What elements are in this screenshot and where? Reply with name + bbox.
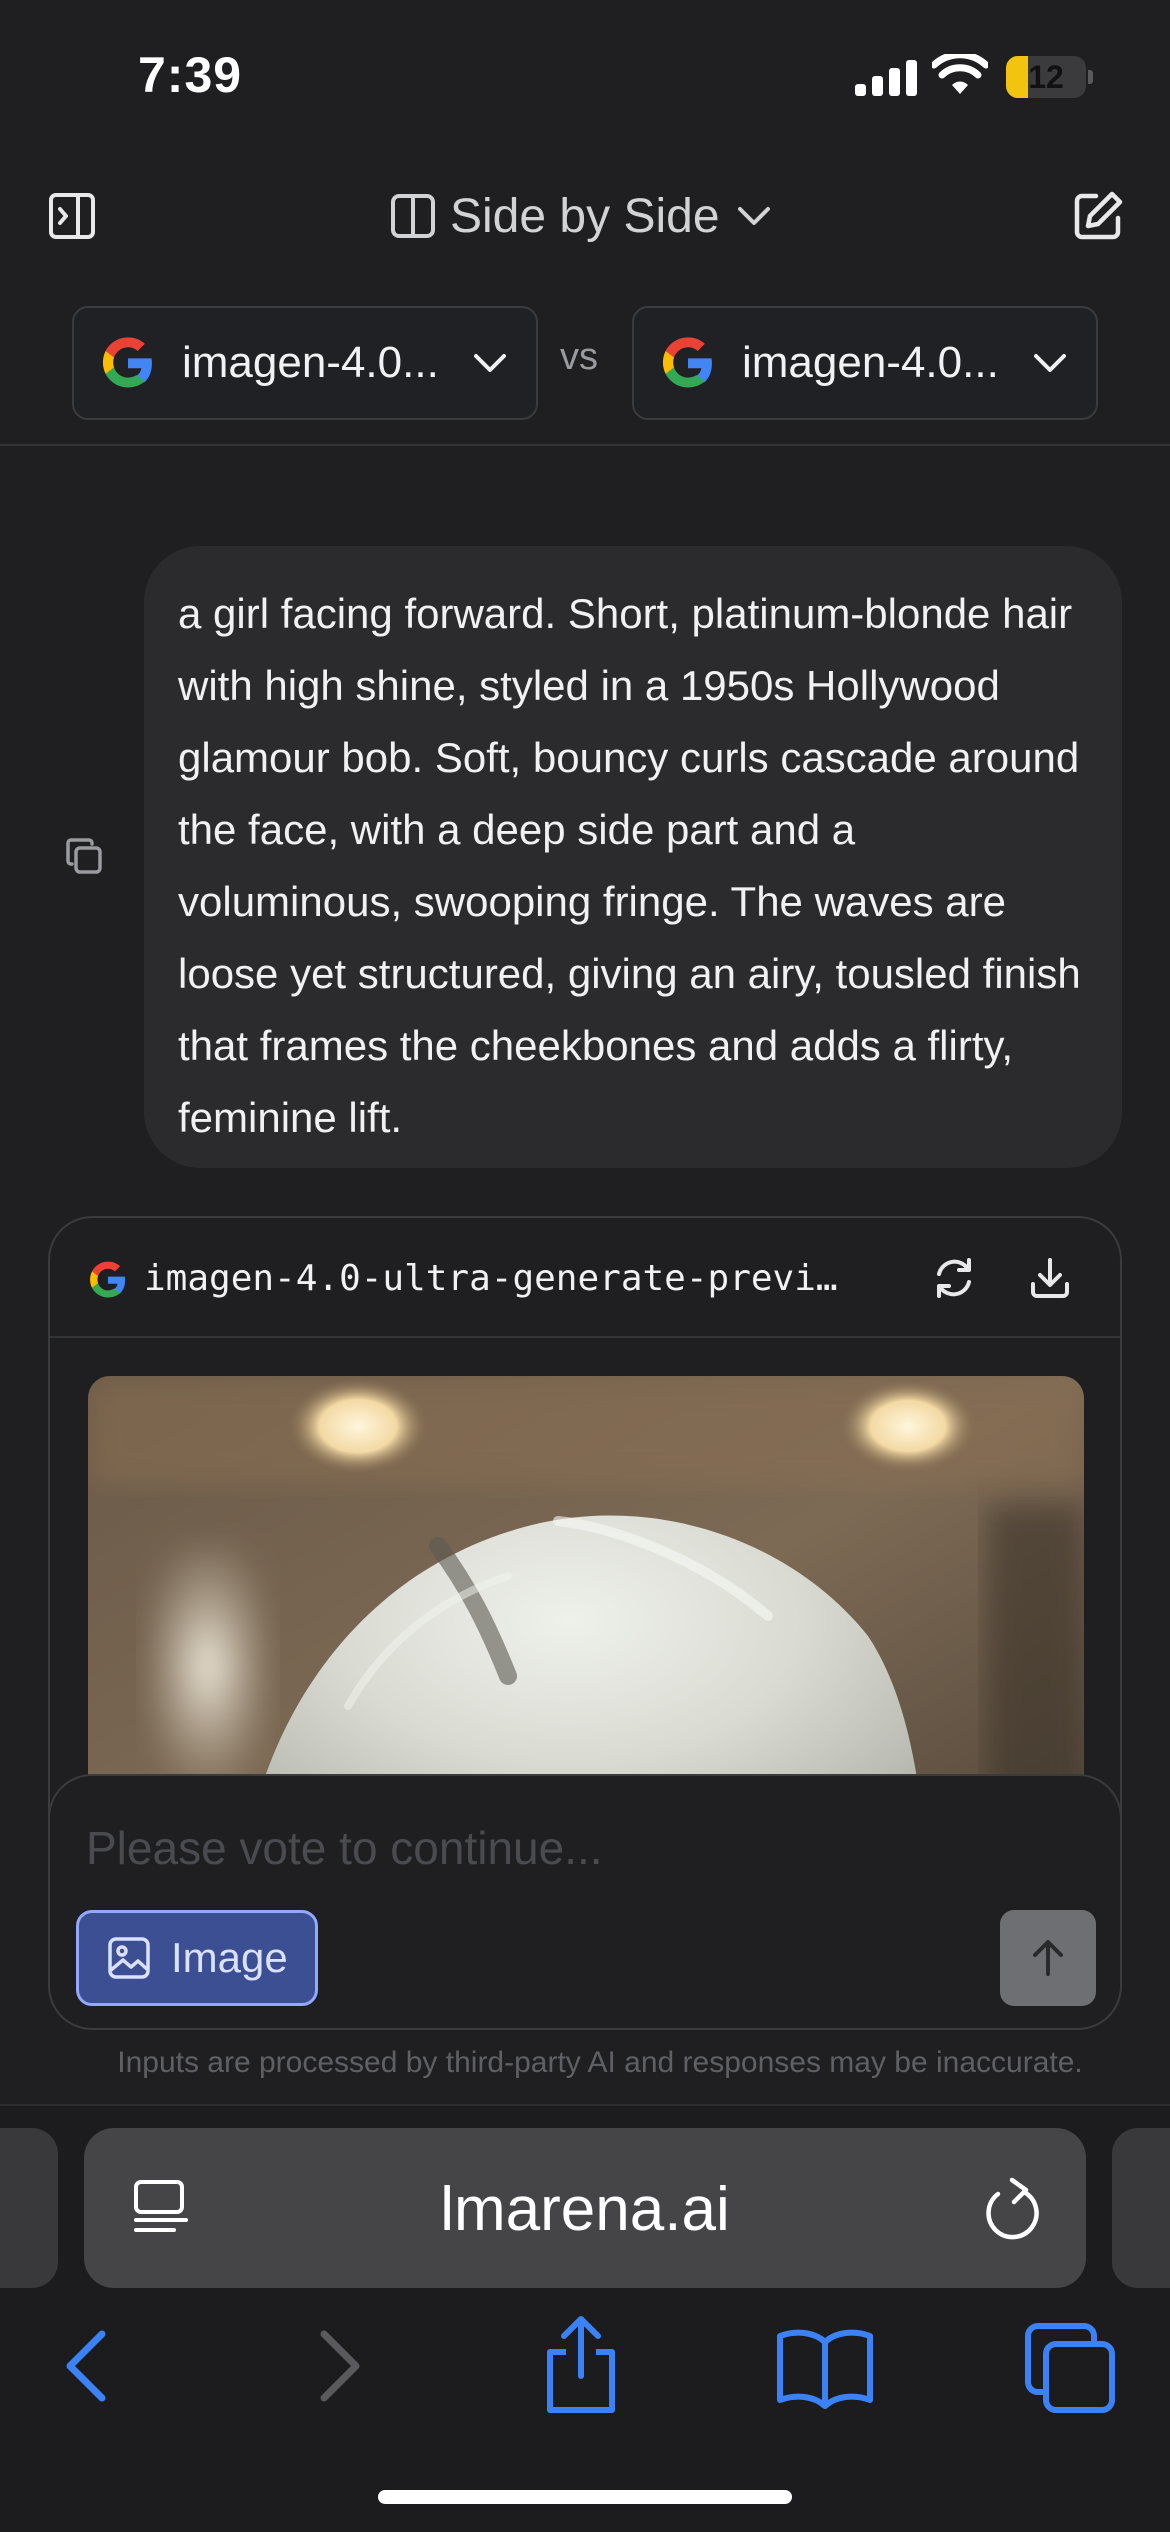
send-button[interactable] (1000, 1910, 1096, 2006)
arrow-up-icon (1033, 1940, 1063, 1976)
response-card-header: imagen-4.0-ultra-generate-previ… (50, 1218, 1120, 1338)
previous-tab-preview[interactable] (0, 2128, 58, 2288)
google-logo-icon (662, 337, 712, 388)
google-logo-icon (90, 1261, 126, 1298)
versus-label: vs (560, 336, 598, 378)
google-logo-icon (102, 337, 152, 388)
share-icon[interactable] (526, 2312, 636, 2422)
sidebar-toggle-icon[interactable] (48, 192, 96, 240)
status-bar: 7:39 12 (0, 0, 1170, 150)
model-selector-row: imagen-4.0... vs imagen-4.0... (0, 306, 1170, 422)
user-prompt-text: a girl facing forward. Short, platinum-b… (178, 590, 1081, 1141)
model-b-select[interactable]: imagen-4.0... (632, 306, 1098, 420)
reload-icon[interactable] (980, 2176, 1042, 2242)
next-tab-preview[interactable] (1112, 2128, 1170, 2288)
forward-icon[interactable] (284, 2312, 394, 2422)
message-composer: Image (48, 1774, 1122, 2030)
regenerate-icon[interactable] (930, 1254, 978, 1302)
response-model-name: imagen-4.0-ultra-generate-previ… (144, 1258, 838, 1299)
model-a-label: imagen-4.0... (182, 338, 439, 387)
wifi-icon (932, 54, 988, 94)
battery-level: 12 (1028, 59, 1064, 95)
view-mode-label: Side by Side (450, 189, 720, 243)
tabs-icon[interactable] (1016, 2312, 1126, 2422)
model-b-label: imagen-4.0... (742, 338, 999, 387)
message-input[interactable] (86, 1816, 986, 1880)
bookmarks-icon[interactable] (770, 2312, 880, 2422)
user-prompt-bubble: a girl facing forward. Short, platinum-b… (144, 546, 1122, 1168)
chevron-down-icon (474, 354, 506, 372)
header-divider (0, 444, 1170, 446)
view-mode-dropdown[interactable]: Side by Side (390, 184, 774, 248)
columns-icon (391, 194, 435, 238)
model-a-select[interactable]: imagen-4.0... (72, 306, 538, 420)
url-text: lmarena.ai (440, 2175, 730, 2244)
image-icon (108, 1937, 150, 1979)
app-screen: 7:39 12 Side by Side imagen-4.0... vs im… (0, 0, 1170, 2532)
chevron-down-icon (1034, 354, 1066, 372)
image-mode-button[interactable]: Image (76, 1910, 318, 2006)
new-chat-icon[interactable] (1072, 190, 1124, 242)
image-mode-label: Image (171, 1934, 288, 1981)
copy-icon[interactable] (64, 836, 104, 876)
back-icon[interactable] (30, 2312, 140, 2422)
cellular-signal-icon (855, 58, 917, 96)
browser-toolbar: lmarena.ai (0, 2104, 1170, 2532)
address-bar[interactable]: lmarena.ai (84, 2128, 1086, 2288)
battery-icon: 12 (1006, 56, 1093, 98)
chevron-down-icon (737, 207, 770, 225)
download-icon[interactable] (1026, 1254, 1074, 1302)
home-indicator[interactable] (378, 2490, 792, 2504)
status-time: 7:39 (138, 47, 243, 103)
top-toolbar: Side by Side (0, 170, 1170, 270)
browser-nav-bar (0, 2312, 1170, 2422)
ai-disclaimer: Inputs are processed by third-party AI a… (117, 2046, 1083, 2079)
